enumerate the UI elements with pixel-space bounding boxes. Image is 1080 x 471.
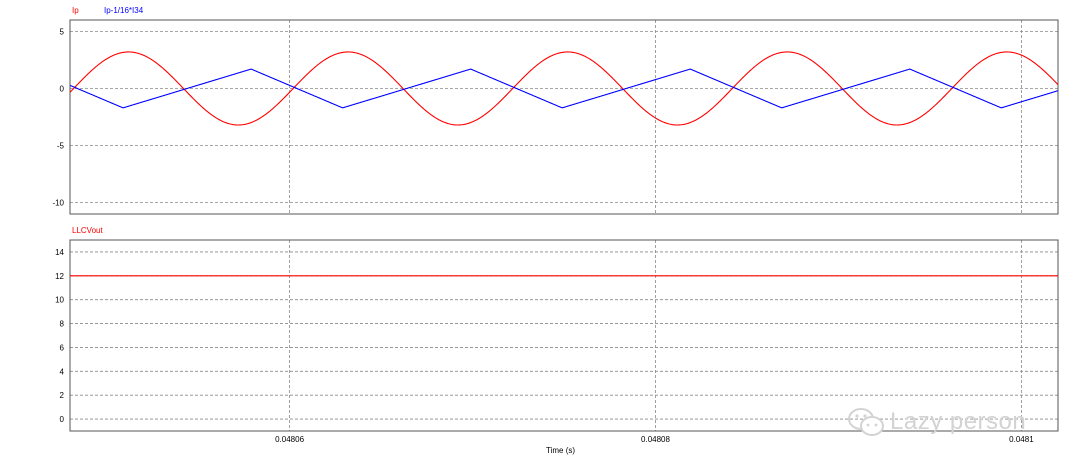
plot-frame <box>69 19 1059 215</box>
legend-ip: Ip <box>72 6 79 15</box>
x-tick-label: 0.04806 <box>275 435 304 444</box>
y-tick-label: 10 <box>55 296 64 305</box>
y-tick-label: 12 <box>55 272 64 281</box>
x-axis-label: Time (s) <box>546 446 576 455</box>
watermark-text: Lazy person <box>890 408 1027 435</box>
legend-llcvout: LLCVout <box>72 226 103 235</box>
plot-panel-2: 14 12 10 8 6 4 2 0 <box>55 239 1059 432</box>
y-tick-label: 2 <box>60 391 65 400</box>
series-line <box>69 68 1059 109</box>
y-tick-label: -5 <box>57 142 65 151</box>
legend-ip-minus-i34: Ip-1/16*I34 <box>104 6 144 15</box>
y-tick-label: 6 <box>60 343 65 352</box>
plot-panel-1: 5 0 -5 -10 <box>52 19 1059 215</box>
series-line <box>69 51 1059 126</box>
y-tick-label: 0 <box>60 415 65 424</box>
y-tick-label: 4 <box>60 367 65 376</box>
y-tick-label: 8 <box>60 320 65 329</box>
y-tick-label: 0 <box>60 84 65 93</box>
x-tick-label: 0.04808 <box>641 435 670 444</box>
y-tick-label: 5 <box>60 27 65 36</box>
y-tick-label: -10 <box>52 199 64 208</box>
waveform-scope: 50-5-10141210864200.04806 0.04808 0.0481 <box>52 19 1059 444</box>
y-tick-label: 14 <box>55 248 64 257</box>
chat-bubble-icon <box>848 408 884 436</box>
watermark: Lazy person <box>846 405 1026 439</box>
plot-frame <box>69 239 1059 432</box>
